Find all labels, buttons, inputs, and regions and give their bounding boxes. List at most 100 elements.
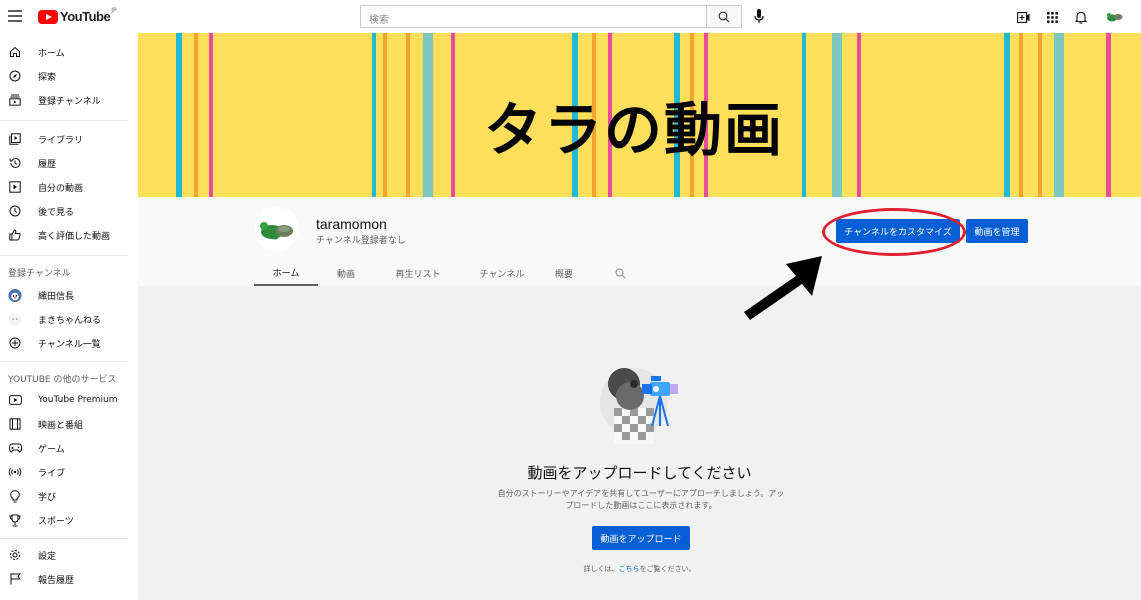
youtube-premium-icon <box>8 393 22 407</box>
sidebar-item-label: 後で見る <box>38 207 75 218</box>
channel-banner: タラの動画 <box>138 33 1141 197</box>
channel-avatar-icon <box>8 312 22 326</box>
sidebar-item-label: ゲーム <box>38 444 65 455</box>
banner-title: タラの動画 <box>484 96 785 164</box>
library-icon <box>8 132 22 146</box>
help-suffix: をご覧ください。 <box>639 565 696 573</box>
upload-video-button[interactable]: 動画をアップロード <box>592 526 690 550</box>
sidebar-item-history[interactable]: 履歴 <box>0 151 138 175</box>
sidebar-item-my-videos[interactable]: 自分の動画 <box>0 175 138 199</box>
search-icon <box>718 11 730 22</box>
thumbs-up-icon <box>8 228 22 242</box>
home-icon <box>8 45 22 59</box>
turtle-avatar-icon <box>260 222 293 240</box>
live-broadcast-icon <box>8 465 22 479</box>
sidebar-item-label: 報告履歴 <box>38 575 75 586</box>
watch-later-icon <box>8 204 22 218</box>
account-avatar-icon[interactable] <box>1106 10 1124 24</box>
pointer-arrow-icon <box>744 256 822 320</box>
sidebar-divider <box>0 538 128 539</box>
youtube-logo[interactable]: YouTube JP <box>38 7 117 24</box>
sidebar-item-label: 織田信長 <box>38 291 75 302</box>
tab-search[interactable] <box>610 261 630 286</box>
sidebar-item-label: YouTube Premium <box>38 395 118 405</box>
menu-icon[interactable] <box>8 10 22 22</box>
sidebar-item-label: 履歴 <box>38 159 57 170</box>
subscriptions-heading: 登録チャンネル <box>8 269 71 279</box>
sidebar-item-channel[interactable]: 織田信長 <box>0 283 138 307</box>
sidebar-item-label: 学び <box>38 492 57 503</box>
sidebar-item-premium[interactable]: YouTube Premium <box>0 388 138 412</box>
sidebar-item-explore[interactable]: 探索 <box>0 64 138 88</box>
gamepad-icon <box>8 441 22 455</box>
sidebar-item-learning[interactable]: 学び <box>0 484 138 508</box>
history-icon <box>8 156 22 170</box>
sidebar-item-settings[interactable]: 設定 <box>0 543 138 567</box>
sidebar-item-browse-channels[interactable]: チャンネル一覧 <box>0 331 138 355</box>
sidebar-item-label: 設定 <box>38 551 57 562</box>
highlight-ellipse <box>822 208 966 256</box>
sidebar-item-live[interactable]: ライブ <box>0 460 138 484</box>
channel-header: taramomon チャンネル登録者なし チャンネルをカスタマイズ 動画を管理 … <box>138 197 1141 286</box>
trophy-icon <box>8 513 22 527</box>
film-icon <box>8 417 22 431</box>
help-text: 詳しくは、こちらをご覧ください。 <box>138 564 1141 574</box>
add-circle-icon <box>8 336 22 350</box>
sidebar-item-label: 高く評価した動画 <box>38 231 111 242</box>
channel-name: taramomon <box>316 216 387 232</box>
search-input[interactable]: 検索 <box>360 5 706 28</box>
sidebar-item-label: 探索 <box>38 72 57 83</box>
microphone-icon[interactable] <box>752 8 766 25</box>
logo-region: JP <box>111 7 117 14</box>
channel-avatar[interactable] <box>255 207 299 251</box>
channel-avatar-icon <box>8 288 22 302</box>
sidebar-item-library[interactable]: ライブラリ <box>0 127 138 151</box>
sidebar-item-home[interactable]: ホーム <box>0 40 138 64</box>
logo-text: YouTube <box>60 9 111 24</box>
sidebar-divider <box>0 255 128 256</box>
sidebar-item-label: チャンネル一覧 <box>38 339 101 350</box>
help-prefix: 詳しくは、 <box>583 565 619 573</box>
sidebar-item-liked-videos[interactable]: 高く評価した動画 <box>0 223 138 247</box>
apps-grid-icon[interactable] <box>1045 10 1059 24</box>
my-videos-icon <box>8 180 22 194</box>
sidebar-item-label: ホーム <box>38 48 65 59</box>
lightbulb-icon <box>8 489 22 503</box>
youtube-play-icon <box>38 9 58 24</box>
sidebar-item-channel[interactable]: まきちゃんねる <box>0 307 138 331</box>
top-bar: YouTube JP 検索 <box>0 0 1141 33</box>
sidebar-item-gaming[interactable]: ゲーム <box>0 436 138 460</box>
subscriber-count: チャンネル登録者なし <box>316 236 406 246</box>
subscriptions-icon <box>8 93 22 107</box>
tab-home[interactable]: ホーム <box>254 261 318 286</box>
search-button[interactable] <box>706 5 742 28</box>
manage-videos-button[interactable]: 動画を管理 <box>966 219 1028 243</box>
sidebar: ホーム 探索 登録チャンネル ライブラリ 履歴 自分の動画 後で見る 高く評価し… <box>0 33 138 600</box>
upload-illustration-icon <box>600 368 678 444</box>
compass-icon <box>8 69 22 83</box>
sidebar-divider <box>0 120 128 121</box>
help-link[interactable]: こちら <box>619 565 640 573</box>
sidebar-item-label: 登録チャンネル <box>38 96 101 107</box>
sidebar-item-sports[interactable]: スポーツ <box>0 508 138 532</box>
sidebar-item-watch-later[interactable]: 後で見る <box>0 199 138 223</box>
tab-videos[interactable]: 動画 <box>322 261 370 286</box>
sidebar-item-label: 映画と番組 <box>38 420 84 431</box>
bell-icon[interactable] <box>1074 10 1088 24</box>
more-services-heading: YOUTUBE の他のサービス <box>8 375 117 385</box>
empty-state-title: 動画をアップロードしてください <box>527 464 752 482</box>
sidebar-item-subscriptions[interactable]: 登録チャンネル <box>0 88 138 112</box>
search-icon <box>615 268 626 279</box>
sidebar-item-label: スポーツ <box>38 516 74 527</box>
tab-about[interactable]: 概要 <box>544 261 584 286</box>
sidebar-item-report-history[interactable]: 報告履歴 <box>0 567 138 591</box>
create-video-icon[interactable] <box>1016 10 1030 24</box>
tab-playlists[interactable]: 再生リスト <box>378 261 458 286</box>
sidebar-divider <box>0 361 128 362</box>
empty-state-description: 自分のストーリーやアイデアを共有してユーザーにアプローチしましょう。アップロード… <box>497 489 785 510</box>
tab-channels[interactable]: チャンネル <box>466 261 538 286</box>
main-content: 動画をアップロードしてください 自分のストーリーやアイデアを共有してユーザーにア… <box>138 286 1141 600</box>
sidebar-item-label: まきちゃんねる <box>38 315 102 326</box>
sidebar-item-label: 自分の動画 <box>38 183 84 194</box>
sidebar-item-movies[interactable]: 映画と番組 <box>0 412 138 436</box>
